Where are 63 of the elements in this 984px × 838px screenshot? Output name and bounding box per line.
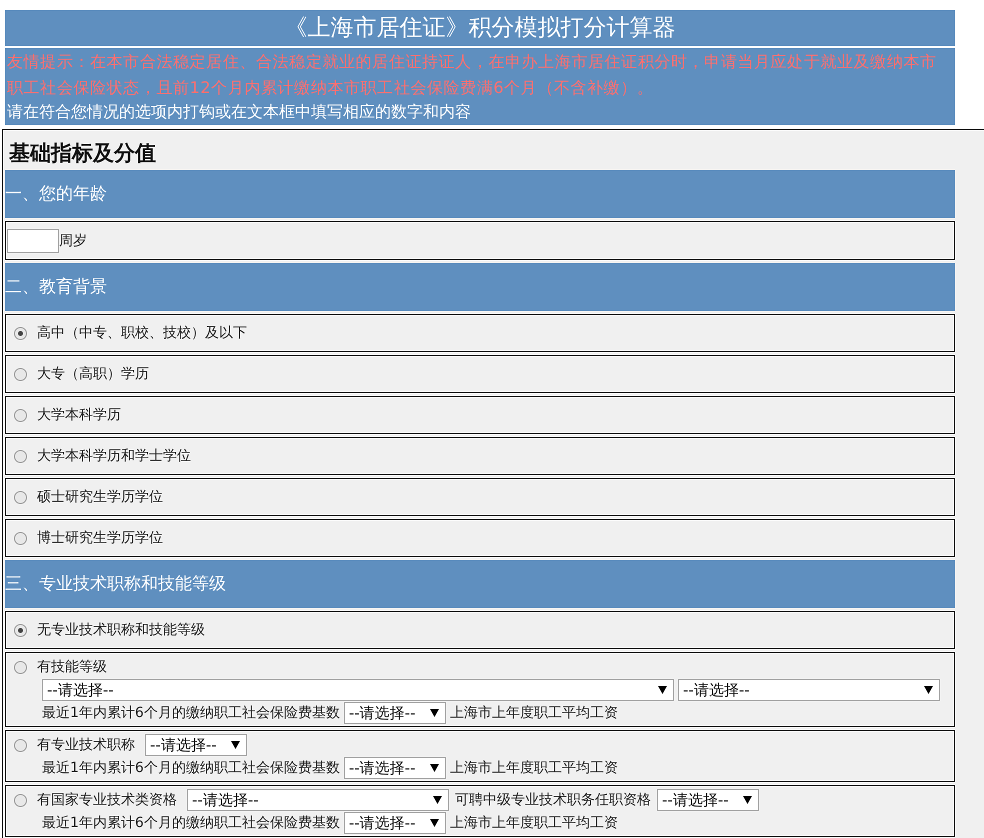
caret-icon	[924, 686, 933, 694]
field-label: 上海市上年度职工平均工资	[450, 704, 618, 722]
field-label: 最近1年内累计6个月的缴纳职工社会保险费基数	[42, 704, 340, 722]
option-row[interactable]: 有专业技术职称 --请选择-- 最近1年内累计6个月的缴纳职工社会保险费基数 --请选择-- 上海市上年度职工平均工资	[5, 730, 955, 782]
option-row[interactable]: 大专（高职）学历	[5, 355, 955, 393]
option-row[interactable]: 大学本科学历	[5, 396, 955, 434]
radio-button[interactable]	[14, 532, 27, 544]
caret-icon	[743, 796, 752, 804]
dropdown[interactable]: --请选择--	[344, 812, 446, 834]
field-label: 上海市上年度职工平均工资	[450, 814, 618, 832]
dropdown[interactable]: --请选择--	[344, 757, 446, 779]
option-label: 大学本科学历和学士学位	[37, 447, 191, 465]
section-heading: 基础指标及分值	[8, 140, 157, 167]
caret-icon	[658, 686, 667, 694]
category-header: 三、专业技术职称和技能等级	[5, 560, 955, 608]
dropdown[interactable]: --请选择--	[187, 789, 449, 811]
dropdown[interactable]: --请选择--	[678, 679, 940, 701]
option-row[interactable]: 有技能等级 --请选择-- --请选择-- 最近1年内累计6个月的缴纳职工社会保险费基数 --请选择-- 上海市上年度职工平均工资	[5, 652, 955, 727]
dropdown[interactable]: --请选择--	[657, 789, 759, 811]
caret-icon	[430, 764, 439, 772]
option-row[interactable]: 硕士研究生学历学位	[5, 478, 955, 516]
age-input[interactable]	[7, 229, 59, 253]
option-label: 大专（高职）学历	[37, 365, 149, 383]
option-label: 有专业技术职称	[37, 736, 135, 754]
option-label: 大学本科学历	[37, 406, 121, 424]
option-label: 硕士研究生学历学位	[37, 488, 163, 506]
dropdown[interactable]: --请选择--	[145, 734, 247, 756]
category-header: 二、教育背景	[5, 263, 955, 311]
page-title: 《上海市居住证》积分模拟打分计算器	[5, 10, 955, 46]
option-row[interactable]: 有国家专业技术类资格 --请选择-- 可聘中级专业技术职务任职资格 --请选择-- 最近1年内累计6个月的缴纳职工社会保险费基数 --请选择-- 上海市上年度职工平均工资	[5, 785, 955, 837]
option-label: 有技能等级	[37, 658, 107, 676]
field-label: 可聘中级专业技术职务任职资格	[455, 791, 651, 809]
caret-icon	[433, 796, 442, 804]
dropdown[interactable]: --请选择--	[344, 702, 446, 724]
radio-button[interactable]	[14, 660, 27, 674]
radio-button[interactable]	[14, 624, 27, 636]
radio-button[interactable]	[14, 408, 27, 422]
radio-button[interactable]	[14, 738, 27, 752]
radio-button[interactable]	[14, 368, 27, 380]
instruction-text: 请在符合您情况的选项内打钩或在文本框中填写相应的数字和内容	[7, 101, 472, 123]
option-label: 博士研究生学历学位	[37, 529, 163, 547]
field-label: 上海市上年度职工平均工资	[450, 759, 618, 777]
option-label: 高中（中专、职校、技校）及以下	[37, 324, 247, 342]
radio-button[interactable]	[14, 450, 27, 462]
option-row[interactable]: 无专业技术职称和技能等级	[5, 611, 955, 649]
option-label: 有国家专业技术类资格	[37, 791, 177, 809]
notice-text: 友情提示：在本市合法稳定居住、合法稳定就业的居住证持证人，在申办上海市居住证积分时，申请当月应处于就业及缴纳本市职工社会保险状态，且前12个月内累计缴纳本市职工社会保险费满6个月（不含补缴）。	[7, 51, 938, 99]
option-label: 无专业技术职称和技能等级	[37, 621, 205, 639]
dropdown[interactable]: --请选择--	[42, 679, 674, 701]
option-row[interactable]: 博士研究生学历学位	[5, 519, 955, 557]
option-row[interactable]: 周岁	[5, 221, 955, 260]
field-label: 最近1年内累计6个月的缴纳职工社会保险费基数	[42, 814, 340, 832]
category-header: 一、您的年龄	[5, 170, 955, 218]
option-row[interactable]: 高中（中专、职校、技校）及以下	[5, 314, 955, 352]
field-label: 最近1年内累计6个月的缴纳职工社会保险费基数	[42, 759, 340, 777]
option-row[interactable]: 大学本科学历和学士学位	[5, 437, 955, 475]
caret-icon	[430, 709, 439, 717]
unit-label: 周岁	[59, 232, 87, 250]
radio-button[interactable]	[14, 794, 27, 806]
radio-button[interactable]	[14, 326, 27, 340]
caret-icon	[231, 741, 240, 749]
caret-icon	[430, 819, 439, 827]
radio-button[interactable]	[14, 490, 27, 504]
